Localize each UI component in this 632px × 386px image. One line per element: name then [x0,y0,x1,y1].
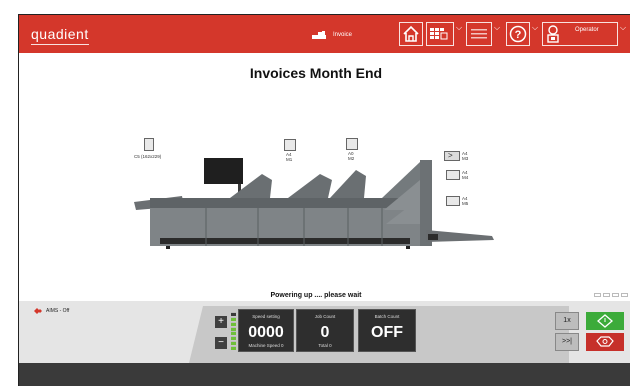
user-name: Operator [575,27,599,33]
job-count-total: Total 0 [318,343,332,348]
page-dot[interactable] [594,293,601,297]
page-dot[interactable] [612,293,619,297]
view-button[interactable] [426,22,454,46]
user-icon [547,25,559,43]
feeder-m3-icon[interactable]: > [444,151,460,161]
brand-logo: quadient [31,26,89,45]
home-icon [403,25,419,42]
speed-setting-display[interactable]: Speed setting 0000 Machine Speed 0 [238,309,294,352]
batch-count-caption: Batch Count [374,314,400,319]
feeder-m2-icon[interactable] [346,138,358,150]
feeder-m2-id: M2 [348,156,355,161]
batch-count-display[interactable]: Batch Count OFF [358,309,416,352]
machine-speed-label: Machine Speed 0 [248,343,284,348]
chevron-down-icon[interactable]: ⌵ [456,23,462,33]
speed-level-bar [231,312,236,350]
play-arrow-icon: > [448,151,453,160]
feeder-m4-icon[interactable] [446,170,460,180]
job-count-caption: Job Count [314,314,336,319]
batch-count-value: OFF [371,324,403,341]
single-cycle-button[interactable]: 1x [555,312,579,330]
stop-button[interactable] [586,333,624,351]
feeder-m5-id: M5 [462,201,469,206]
page-dot[interactable] [621,293,628,297]
inserter-machine-illustration [134,158,494,249]
status-message: Powering up .... please wait [270,292,362,299]
chevron-down-icon[interactable]: ⌵ [532,23,538,33]
list-icon [471,29,487,39]
envelope-feeder-icon[interactable] [144,138,154,151]
machine-diagram[interactable]: C5 (162x229) A4 M1 A0 M2 > A4 M3 A4 M4 A… [120,130,500,260]
feeder-m1-icon[interactable] [284,139,296,151]
chevron-down-icon[interactable]: ⌵ [620,23,626,33]
start-button[interactable] [586,312,624,330]
grid-view-icon [430,28,448,40]
chevron-down-icon[interactable]: ⌵ [494,23,500,33]
speed-decrease-button[interactable]: − [215,337,227,349]
help-button[interactable]: ? [506,22,530,46]
speed-setting-value: 0000 [248,324,284,341]
single-cycle-label: 1x [563,317,571,324]
feeder-m5-icon[interactable] [446,196,460,206]
page-title: Invoices Month End [249,65,383,81]
start-icon [597,314,613,328]
svg-text:?: ? [515,29,522,41]
app-window: quadient Invoice ⌵ ⌵ ? ⌵ Operator ⌵ Invo… [0,0,632,386]
feeder-m1-id: M1 [286,157,293,162]
aims-status[interactable]: AIMS - Off [33,307,69,315]
speed-increase-button[interactable]: + [215,316,227,328]
page-indicator[interactable] [594,293,628,297]
skip-to-end-label: >>| [562,338,572,345]
stop-icon [596,336,614,347]
skip-to-end-button[interactable]: >>| [555,333,579,351]
feeder-m3-id: M3 [462,156,469,161]
help-icon: ? [509,25,527,43]
taskbar [19,363,630,386]
aims-icon [34,308,42,314]
page-dot[interactable] [603,293,610,297]
user-button[interactable] [542,22,618,46]
feeder-m4-id: M4 [462,175,469,180]
home-button[interactable] [399,22,423,46]
job-machine-icon [312,30,326,39]
job-indicator[interactable]: Invoice [311,27,352,43]
aims-label: AIMS - Off [46,308,70,314]
envelope-feeder-label: C5 (162x229) [134,154,162,159]
job-name: Invoice [333,32,353,38]
header-bar: quadient Invoice ⌵ ⌵ ? ⌵ Operator ⌵ [19,15,630,53]
list-button[interactable] [466,22,492,46]
job-count-value: 0 [320,324,330,341]
job-count-display[interactable]: Job Count 0 Total 0 [296,309,354,352]
speed-setting-caption: Speed setting [252,314,280,319]
